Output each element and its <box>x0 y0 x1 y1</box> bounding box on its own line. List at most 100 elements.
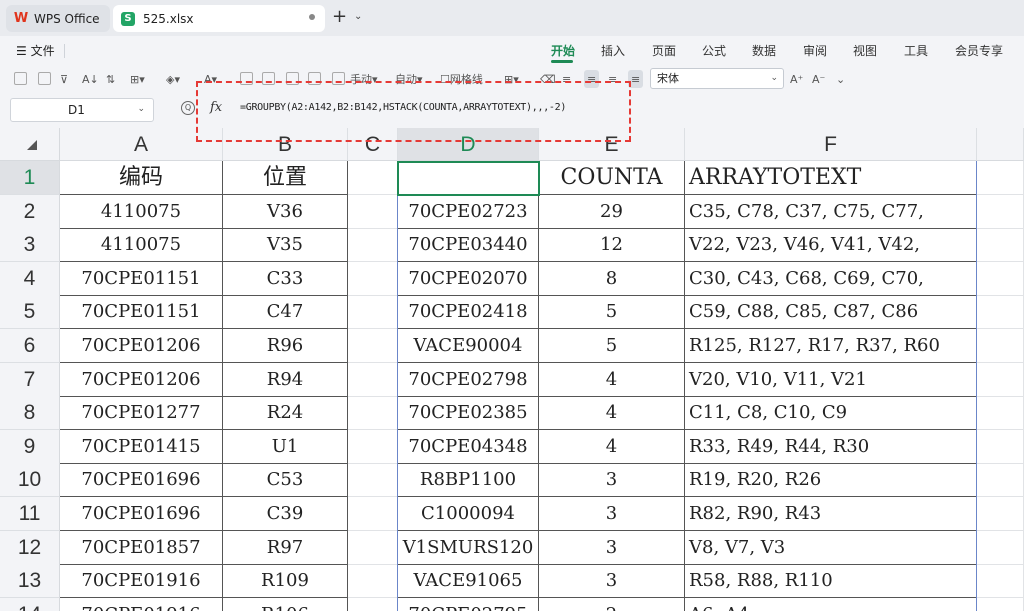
cell-arraytotext[interactable]: R125, R127, R17, R37, R60 <box>685 329 977 363</box>
tab-formula[interactable]: 公式 <box>702 42 726 59</box>
cell-arraytotext[interactable]: V8, V7, V3 <box>685 531 977 565</box>
row-header[interactable]: 11 <box>0 497 60 531</box>
cell[interactable] <box>348 295 398 329</box>
cell-code[interactable]: 4110075 <box>60 195 223 229</box>
fill-color-icon[interactable]: ◈▾ <box>166 70 180 88</box>
cell-counta[interactable]: 3 <box>539 463 685 497</box>
name-box[interactable]: D1 ⌄ <box>10 98 154 122</box>
cell-code[interactable]: 70CPE01696 <box>60 497 223 531</box>
column-header-b[interactable]: B <box>223 128 348 161</box>
cell-code[interactable]: 70CPE01857 <box>60 531 223 565</box>
column-header-e[interactable]: E <box>539 128 685 161</box>
cell[interactable] <box>348 564 398 598</box>
cell-counta[interactable]: 5 <box>539 295 685 329</box>
cell-position[interactable]: C53 <box>223 463 348 497</box>
row-header[interactable]: 1 <box>0 161 60 195</box>
format-painter-icon[interactable] <box>14 72 27 85</box>
font-size-increase-icon[interactable]: A⁺ <box>790 70 803 88</box>
border-icon[interactable]: ⊞▾ <box>130 70 145 88</box>
tab-wps-office[interactable]: W WPS Office <box>6 5 110 32</box>
column-header-a[interactable]: A <box>60 128 223 161</box>
cell-position[interactable]: V35 <box>223 228 348 262</box>
clear-icon[interactable]: ⌫ <box>540 70 556 88</box>
cell-code[interactable]: 70CPE01696 <box>60 463 223 497</box>
cell-group-key[interactable]: 70CPE02723 <box>398 195 539 229</box>
cell-code[interactable]: 70CPE01916 <box>60 598 223 611</box>
cell-position[interactable]: R97 <box>223 531 348 565</box>
cell-group-key[interactable]: V1SMURS120 <box>398 531 539 565</box>
tab-member[interactable]: 会员专享 <box>955 42 1003 59</box>
merge-icon[interactable] <box>240 72 253 85</box>
cell[interactable] <box>977 195 1024 229</box>
insert-col-icon[interactable] <box>308 72 321 85</box>
calc-mode-dropdown[interactable]: 手动 ▾ <box>350 70 378 88</box>
font-color-icon[interactable]: A▾ <box>204 70 217 88</box>
select-all-corner[interactable] <box>0 128 60 161</box>
cell-position[interactable]: R96 <box>223 329 348 363</box>
cell-code[interactable]: 70CPE01277 <box>60 396 223 430</box>
cell-position[interactable]: C39 <box>223 497 348 531</box>
align-right-icon[interactable]: ≡ <box>608 70 617 88</box>
cell-arraytotext[interactable]: R19, R20, R26 <box>685 463 977 497</box>
font-size-decrease-icon[interactable]: A⁻ <box>812 70 825 88</box>
cell-position[interactable]: R106 <box>223 598 348 611</box>
align-center-icon[interactable]: ≡ <box>584 70 600 88</box>
cell-position[interactable]: R94 <box>223 363 348 397</box>
cell[interactable] <box>977 329 1024 363</box>
cell-position[interactable]: U1 <box>223 430 348 464</box>
cell-group-key[interactable]: 70CPE02418 <box>398 295 539 329</box>
row-header[interactable]: 4 <box>0 262 60 296</box>
row-header[interactable]: 13 <box>0 564 60 598</box>
cell-counta[interactable]: 12 <box>539 228 685 262</box>
cell[interactable] <box>348 262 398 296</box>
menu-file[interactable]: ☰ 文件 <box>16 42 55 59</box>
new-tab-button[interactable]: + <box>332 8 347 26</box>
cell-counta[interactable]: 3 <box>539 497 685 531</box>
column-header-f[interactable]: F <box>685 128 977 161</box>
row-header[interactable]: 14 <box>0 598 60 611</box>
cell-position[interactable]: R109 <box>223 564 348 598</box>
cell[interactable] <box>977 463 1024 497</box>
sort-icon[interactable]: A↓ <box>82 70 99 88</box>
cell[interactable] <box>977 295 1024 329</box>
tab-tools[interactable]: 工具 <box>904 42 928 59</box>
tab-home[interactable]: 开始 <box>551 42 575 59</box>
cell-group-key[interactable]: 70CPE03440 <box>398 228 539 262</box>
cell-group-key[interactable]: 70CPE02070 <box>398 262 539 296</box>
cell-code[interactable]: 70CPE01206 <box>60 363 223 397</box>
cell-group-key[interactable]: 70CPE04348 <box>398 430 539 464</box>
freeze-icon[interactable] <box>332 72 345 85</box>
column-header-g[interactable] <box>977 128 1024 161</box>
tab-review[interactable]: 审阅 <box>803 42 827 59</box>
cell-counta[interactable]: 5 <box>539 329 685 363</box>
cell[interactable] <box>348 161 398 195</box>
zoom-icon[interactable]: Q <box>181 101 195 115</box>
row-header[interactable]: 10 <box>0 463 60 497</box>
chevron-down-icon[interactable]: ⌄ <box>354 11 362 22</box>
cell-code[interactable]: 70CPE01916 <box>60 564 223 598</box>
align-justify-icon[interactable]: ≡ <box>628 70 644 88</box>
fill-icon[interactable]: ⇅ <box>106 70 115 88</box>
cell[interactable] <box>977 598 1024 611</box>
cell[interactable] <box>977 564 1024 598</box>
font-family-select[interactable]: 宋体 ⌄ <box>650 68 784 89</box>
column-header-c[interactable]: C <box>348 128 398 161</box>
column-header-d[interactable]: D <box>398 128 539 161</box>
cell[interactable] <box>977 363 1024 397</box>
wrap-icon[interactable] <box>262 72 275 85</box>
cell[interactable] <box>977 262 1024 296</box>
cell-counta[interactable]: 29 <box>539 195 685 229</box>
row-header[interactable]: 7 <box>0 363 60 397</box>
header-cell-arraytotext[interactable]: ARRAYTOTEXT <box>685 161 977 195</box>
cell-arraytotext[interactable]: V22, V23, V46, V41, V42, <box>685 228 977 262</box>
cell-code[interactable]: 70CPE01151 <box>60 295 223 329</box>
cell-counta[interactable]: 4 <box>539 363 685 397</box>
cell[interactable] <box>977 161 1024 195</box>
cell[interactable] <box>977 497 1024 531</box>
tab-insert[interactable]: 插入 <box>601 42 625 59</box>
cell-arraytotext[interactable]: C35, C78, C37, C75, C77, <box>685 195 977 229</box>
formula-input[interactable]: =GROUPBY(A2:A142,B2:B142,HSTACK(COUNTA,A… <box>240 102 566 113</box>
cell-counta[interactable]: 3 <box>539 531 685 565</box>
cell-arraytotext[interactable]: R33, R49, R44, R30 <box>685 430 977 464</box>
cell-position[interactable]: R24 <box>223 396 348 430</box>
